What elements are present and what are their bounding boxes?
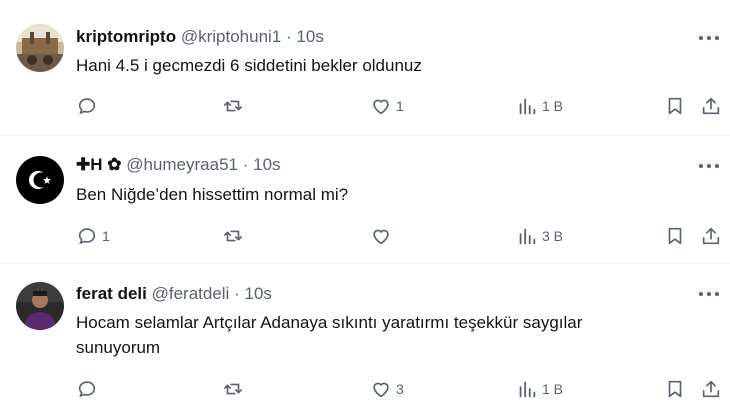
repost-icon xyxy=(223,230,243,242)
person-avatar-image xyxy=(16,282,64,330)
share-icon xyxy=(702,227,720,245)
display-name[interactable]: kriptomripto xyxy=(76,27,176,46)
bookmark-icon xyxy=(668,380,682,398)
like-icon xyxy=(373,229,389,245)
like-count: 1 xyxy=(396,98,404,114)
more-icon[interactable] xyxy=(696,156,722,176)
tweet[interactable]: ✚H ✿ @humeyraa51 · 10s Ben Niğde’den his… xyxy=(0,136,730,264)
reply-button[interactable] xyxy=(76,94,102,118)
tweet-header: ferat deli @feratdeli · 10s xyxy=(76,283,272,305)
repost-button[interactable] xyxy=(222,377,248,401)
view-count: 1 B xyxy=(542,98,564,114)
tweet-text: Hani 4.5 i gecmezdi 6 siddetini bekler o… xyxy=(76,56,422,75)
views-icon xyxy=(519,228,536,245)
repost-button[interactable] xyxy=(222,94,248,118)
share-icon xyxy=(702,97,720,115)
more-icon[interactable] xyxy=(696,284,722,304)
like-count: 3 xyxy=(396,381,404,397)
reply-icon xyxy=(78,98,96,115)
action-bar: 1 1 B xyxy=(76,94,726,118)
views-button[interactable]: 1 B xyxy=(516,94,563,118)
avatar[interactable] xyxy=(16,24,64,72)
tweet-text: Hocam selamlar Artçılar Adanaya sıkıntı … xyxy=(76,313,583,357)
share-button[interactable] xyxy=(700,94,722,118)
tweet[interactable]: ferat deli @feratdeli · 10s Hocam selaml… xyxy=(0,264,730,420)
action-bar: 3 1 B xyxy=(76,377,726,401)
user-handle[interactable]: @feratdeli xyxy=(152,284,230,303)
share-button[interactable] xyxy=(700,224,722,248)
bookmark-icon xyxy=(668,227,682,245)
repost-button[interactable] xyxy=(222,224,248,248)
display-name[interactable]: ✚H ✿ xyxy=(76,155,122,174)
user-handle[interactable]: @humeyraa51 xyxy=(126,155,238,174)
reply-count: 1 xyxy=(102,228,110,244)
like-button[interactable]: 3 xyxy=(370,377,404,401)
tweet-header: kriptomripto @kriptohuni1 · 10s xyxy=(76,26,324,48)
tweet-header: ✚H ✿ @humeyraa51 · 10s xyxy=(76,154,281,176)
crescent-star-avatar-image xyxy=(16,156,64,204)
views-icon xyxy=(519,381,536,398)
share-button[interactable] xyxy=(700,377,722,401)
views-button[interactable]: 3 B xyxy=(516,224,563,248)
reply-button[interactable] xyxy=(76,377,102,401)
like-button[interactable] xyxy=(370,224,396,248)
timestamp[interactable]: 10s xyxy=(253,155,280,174)
tweet-text: Ben Niğde’den hissettim normal mi? xyxy=(76,185,349,204)
reply-icon xyxy=(78,228,96,245)
bookmark-button[interactable] xyxy=(664,224,686,248)
view-count: 1 B xyxy=(542,381,564,397)
like-icon xyxy=(373,382,389,398)
display-name[interactable]: ferat deli xyxy=(76,284,147,303)
view-count: 3 B xyxy=(542,228,564,244)
bookmark-icon xyxy=(668,97,682,115)
timestamp[interactable]: 10s xyxy=(296,27,323,46)
more-icon[interactable] xyxy=(696,28,722,48)
share-icon xyxy=(702,380,720,398)
separator: · xyxy=(286,27,292,46)
action-bar: 1 3 B xyxy=(76,224,726,248)
tweet[interactable]: kriptomripto @kriptohuni1 · 10s Hani 4.5… xyxy=(0,0,730,136)
bookmark-button[interactable] xyxy=(664,94,686,118)
views-icon xyxy=(519,98,536,115)
views-button[interactable]: 1 B xyxy=(516,377,563,401)
repost-icon xyxy=(223,100,243,112)
timestamp[interactable]: 10s xyxy=(244,284,271,303)
bookmark-button[interactable] xyxy=(664,377,686,401)
avatar[interactable] xyxy=(16,282,64,330)
like-icon xyxy=(373,99,389,115)
reply-icon xyxy=(78,381,96,398)
avatar[interactable] xyxy=(16,156,64,204)
like-button[interactable]: 1 xyxy=(370,94,404,118)
user-handle[interactable]: @kriptohuni1 xyxy=(181,27,281,46)
separator: · xyxy=(234,284,240,303)
reply-button[interactable]: 1 xyxy=(76,224,110,248)
photo-avatar-image xyxy=(16,24,64,72)
separator: · xyxy=(242,155,249,174)
repost-icon xyxy=(223,383,243,395)
